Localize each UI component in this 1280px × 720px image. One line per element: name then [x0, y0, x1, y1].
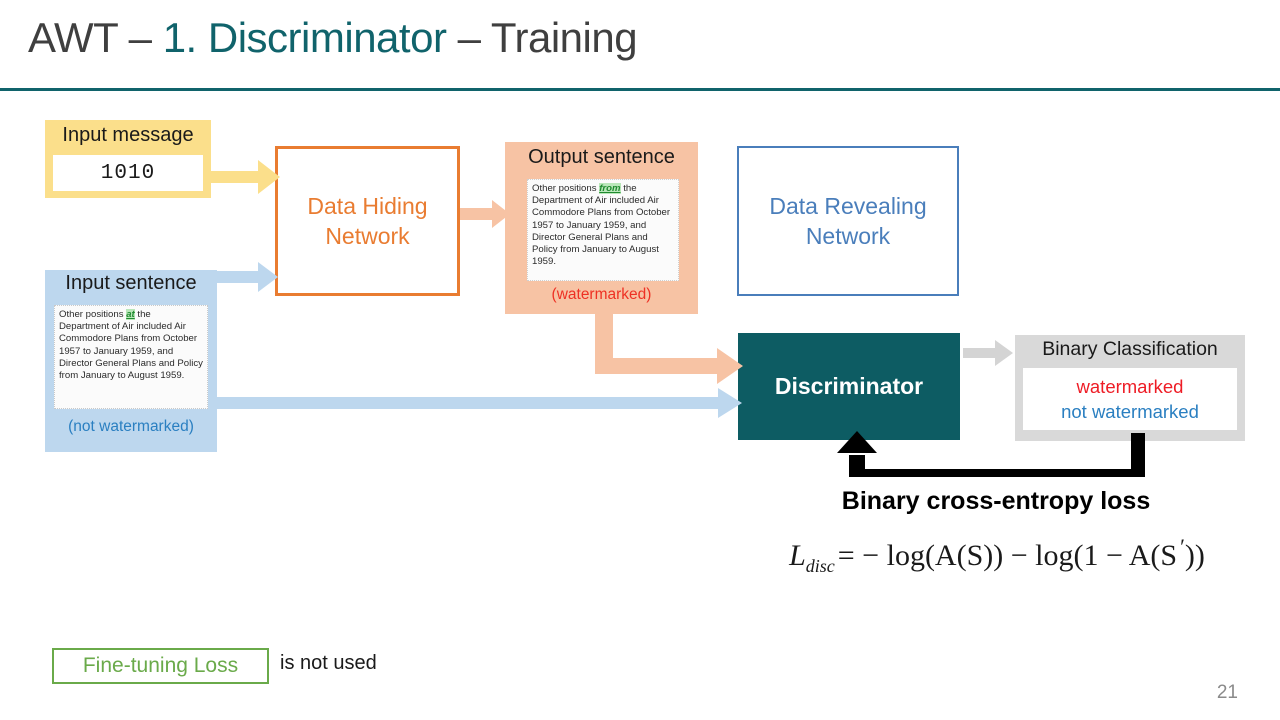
output-sentence-text-after: the Department of Air included Air Commo…	[532, 183, 671, 268]
data-revealing-network-label: Data Revealing Network	[769, 193, 927, 249]
binary-classification-label: Binary Classification	[1042, 338, 1218, 360]
output-sentence-box: Output sentence Other positions from the…	[505, 142, 698, 314]
fine-tuning-loss-label: Fine-tuning Loss	[82, 654, 239, 677]
page-number: 21	[1216, 682, 1238, 703]
slide-canvas: AWT – 1. Discriminator – Training Input …	[0, 0, 1280, 720]
discriminator-label: Discriminator	[774, 373, 924, 399]
arrow-hiding-to-output-icon	[460, 200, 510, 228]
loss-formula: Ldisc = − log(A(S)) − log(1 − A(S ′))	[752, 534, 1242, 577]
input-message-box: Input message 1010	[45, 120, 211, 198]
input-sentence-label: Input sentence	[65, 272, 197, 294]
binary-classification-values: watermarked not watermarked	[1023, 368, 1237, 430]
arrow-output-to-discriminator-icon	[595, 310, 743, 384]
binary-classification-box: Binary Classification watermarked not wa…	[1015, 335, 1245, 441]
title-prefix: AWT –	[28, 14, 163, 61]
fine-tuning-loss-box: Fine-tuning Loss	[52, 648, 269, 684]
title-accent: 1. Discriminator	[162, 14, 447, 61]
input-sentence-box: Input sentence Other positions at the De…	[45, 270, 217, 452]
data-revealing-network-box: Data Revealing Network	[737, 146, 959, 296]
page-title: AWT – 1. Discriminator – Training	[28, 14, 638, 62]
classification-option-watermarked: watermarked	[1076, 376, 1184, 397]
arrow-sentence-to-hiding-icon	[214, 262, 278, 292]
classification-option-not-watermarked: not watermarked	[1061, 401, 1199, 422]
loss-formula-subscript: disc	[805, 556, 835, 576]
loss-formula-tail: ))	[1184, 539, 1205, 572]
output-sentence-caption: (watermarked)	[551, 286, 652, 303]
title-suffix: – Training	[446, 14, 638, 61]
input-sentence-snippet: Other positions at the Department of Air…	[54, 305, 208, 409]
arrow-loss-feedback-icon	[837, 431, 1145, 477]
loss-title: Binary cross-entropy loss	[841, 487, 1151, 515]
arrow-message-to-hiding-icon	[208, 160, 280, 194]
discriminator-box: Discriminator	[738, 333, 960, 440]
input-sentence-caption: (not watermarked)	[68, 418, 194, 435]
output-sentence-snippet: Other positions from the Department of A…	[527, 179, 679, 281]
output-sentence-text-before: Other positions	[532, 183, 600, 194]
fine-tuning-loss-note: is not used	[280, 652, 377, 674]
input-message-value: 1010	[53, 155, 203, 191]
output-sentence-token: from	[599, 183, 621, 194]
input-sentence-text-before: Other positions	[59, 309, 127, 320]
output-sentence-label: Output sentence	[528, 146, 675, 168]
loss-formula-lhs: L	[789, 539, 806, 572]
arrow-discriminator-to-classification-icon	[963, 340, 1013, 366]
loss-formula-rhs: = − log(A(S)) − log(1 − A(S	[837, 539, 1178, 572]
data-hiding-network-box: Data Hiding Network	[275, 146, 460, 296]
arrow-sentence-to-discriminator-icon	[214, 388, 742, 418]
title-divider	[0, 88, 1280, 91]
data-hiding-network-label: Data Hiding Network	[307, 193, 428, 249]
input-message-label: Input message	[62, 124, 194, 146]
input-sentence-token: at	[126, 309, 135, 320]
